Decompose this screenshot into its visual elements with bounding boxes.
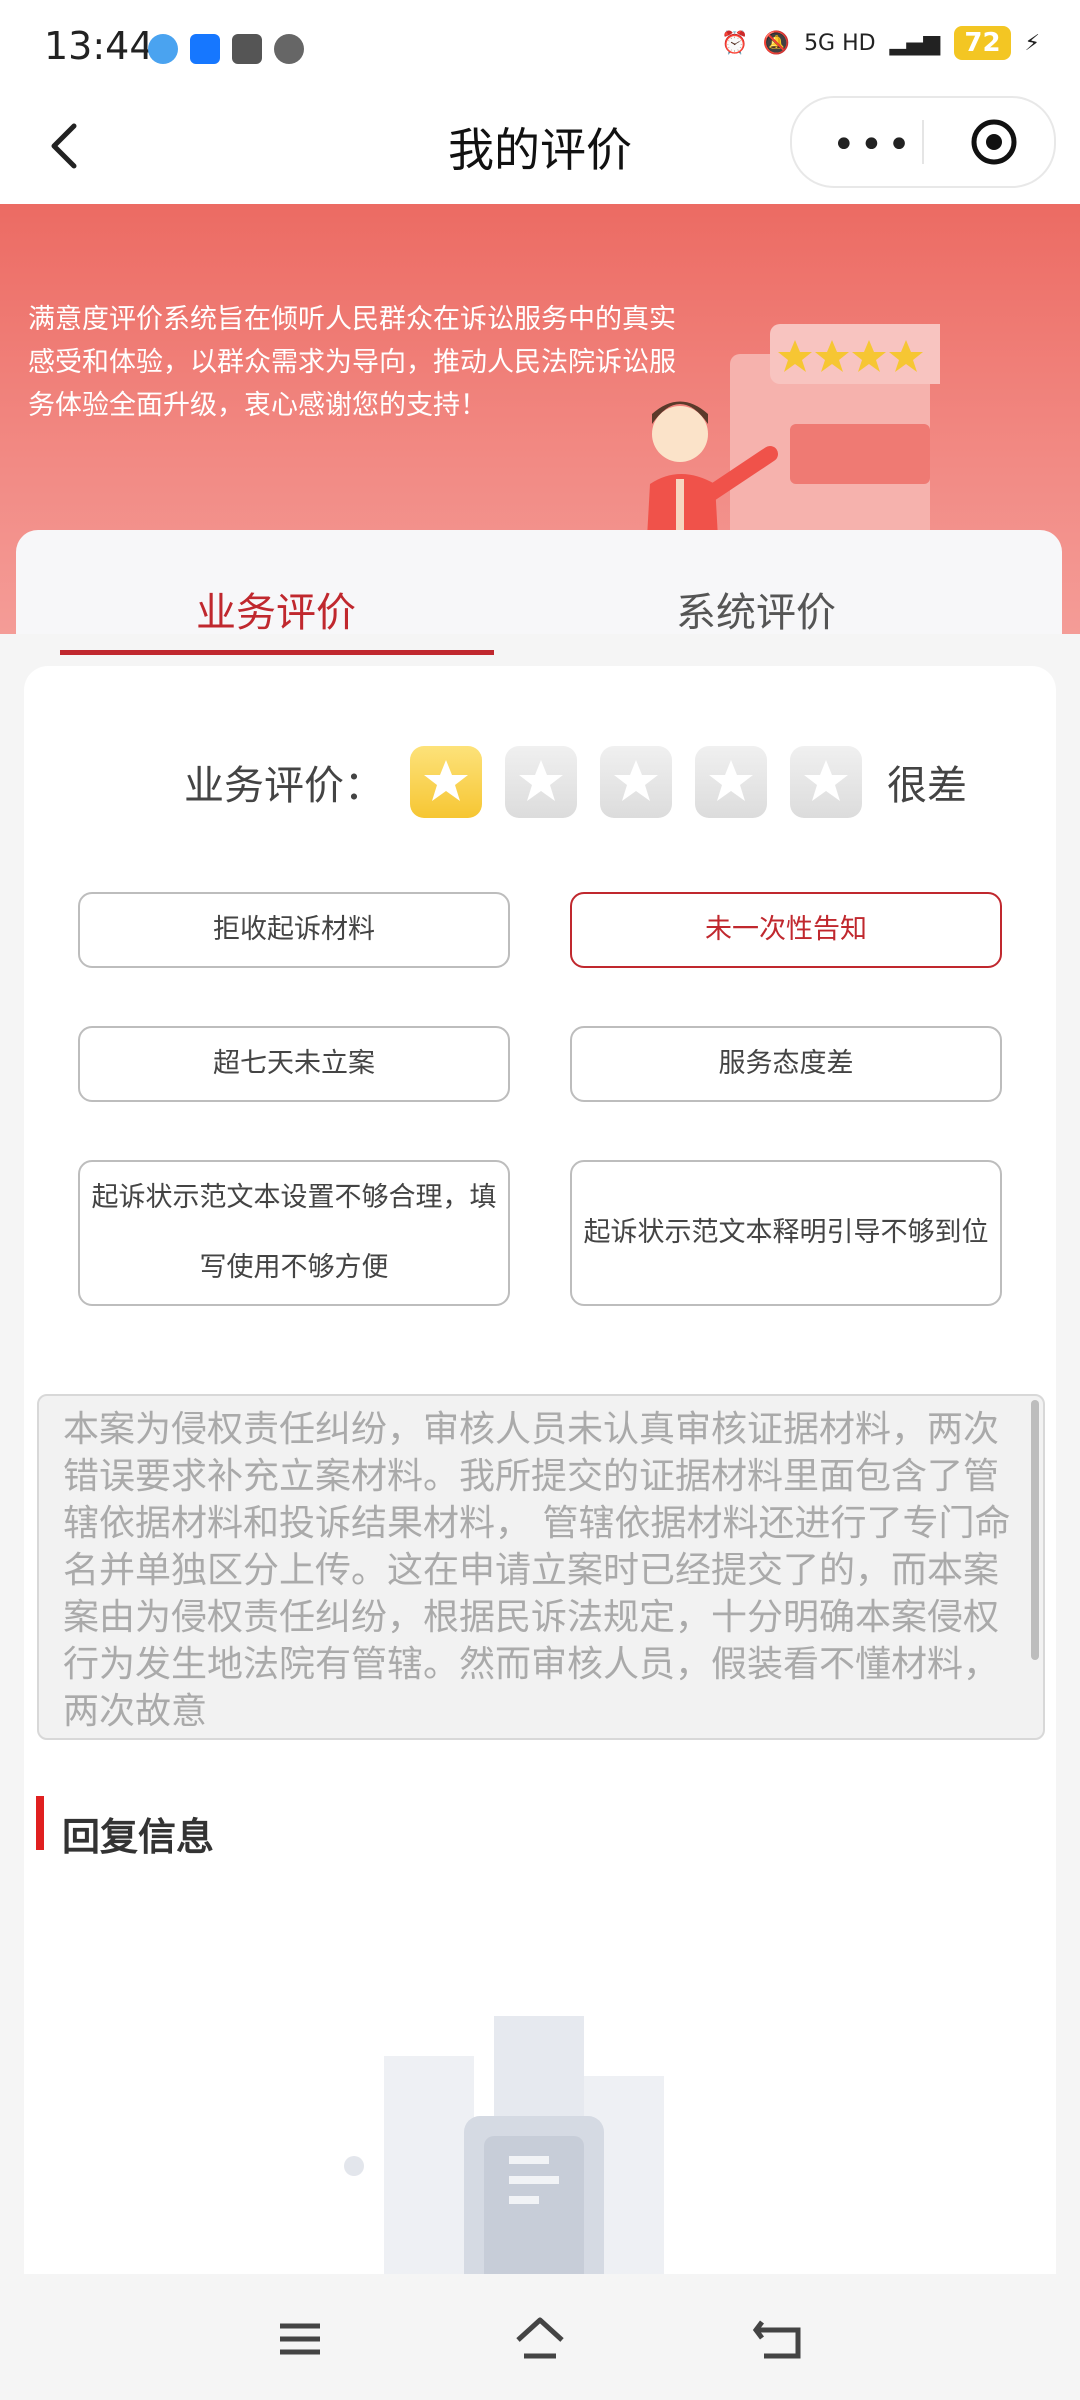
banner-text: 满意度评价系统旨在倾听人民群众在诉讼服务中的真实感受和体验，以群众需求为导向，推… (28, 304, 676, 421)
alarm-icon: ⏰ (721, 30, 749, 56)
star-5[interactable] (790, 746, 862, 818)
notification-icons (148, 34, 304, 64)
tab-bar: 业务评价 系统评价 (16, 530, 1062, 636)
comment-text: 本案为侵权责任纠纷，审核人员未认真审核证据材料，两次错误要求补充立案材料。我所提… (63, 1409, 1011, 1732)
close-target-icon[interactable] (970, 118, 1018, 166)
tag-not-informed-once[interactable]: 未一次性告知 (570, 892, 1002, 968)
qq-icon (148, 34, 178, 64)
back-nav-icon[interactable] (750, 2314, 810, 2364)
charging-icon: ⚡ (1024, 30, 1040, 56)
rating-label: 业务评价： (184, 763, 384, 809)
status-bar: 13:44 ⏰ 🔕 5G HD ▂▄▆ 72 ⚡ (0, 0, 1080, 96)
tag-not-filed-7-days[interactable]: 超七天未立案 (78, 1026, 510, 1102)
customer-service-illustration (645, 324, 940, 574)
star-icon (519, 760, 563, 801)
comment-textarea[interactable]: 本案为侵权责任纠纷，审核人员未认真审核证据材料，两次错误要求补充立案材料。我所提… (37, 1394, 1045, 1740)
active-tab-indicator (60, 650, 494, 655)
star-icon (424, 760, 468, 801)
system-nav-bar (0, 2274, 1080, 2400)
mute-icon: 🔕 (762, 30, 791, 56)
star-2[interactable] (505, 746, 577, 818)
message-icon (274, 34, 304, 64)
tag-template-guidance[interactable]: 起诉状示范文本释明引导不够到位 (570, 1160, 1002, 1306)
nav-bar: 我的评价 ••• (0, 96, 1080, 204)
capsule-divider (922, 120, 924, 164)
textarea-scrollbar[interactable] (1031, 1400, 1039, 1660)
rating-row: 业务评价： 很差 (184, 746, 967, 818)
review-card: 业务评价： 很差 拒收起诉材料 未一次性告知 超七天未立案 服务态度差 起诉状示… (24, 666, 1056, 2386)
star-4[interactable] (695, 746, 767, 818)
tab-business-review[interactable]: 业务评价 (196, 580, 356, 638)
toutiao-icon (232, 34, 262, 64)
tab-system-review[interactable]: 系统评价 (676, 580, 836, 638)
alipay-icon (190, 34, 220, 64)
status-time: 13:44 (44, 24, 154, 68)
menu-icon[interactable] (270, 2314, 330, 2364)
star-3[interactable] (600, 746, 672, 818)
home-icon[interactable] (510, 2314, 570, 2364)
reply-title: 回复信息 (62, 1815, 215, 1859)
network-label: 5G HD (804, 30, 876, 56)
star-icon (709, 760, 753, 801)
battery-level: 72 (954, 26, 1011, 60)
more-icon[interactable]: ••• (832, 122, 915, 168)
star-1[interactable] (410, 746, 482, 818)
reply-accent-bar (36, 1796, 44, 1850)
star-icon (614, 760, 658, 801)
tag-bad-attitude[interactable]: 服务态度差 (570, 1026, 1002, 1102)
wifi-icon: ▂▄▆ (889, 30, 941, 56)
tag-template-unreasonable[interactable]: 起诉状示范文本设置不够合理，填写使用不够方便 (78, 1160, 510, 1306)
mini-program-capsule: ••• (790, 96, 1056, 188)
tag-reject-materials[interactable]: 拒收起诉材料 (78, 892, 510, 968)
star-icon (804, 760, 848, 801)
status-right: ⏰ 🔕 5G HD ▂▄▆ 72 ⚡ (721, 26, 1040, 60)
rating-text: 很差 (887, 763, 967, 809)
empty-state-illustration (344, 2016, 664, 2316)
